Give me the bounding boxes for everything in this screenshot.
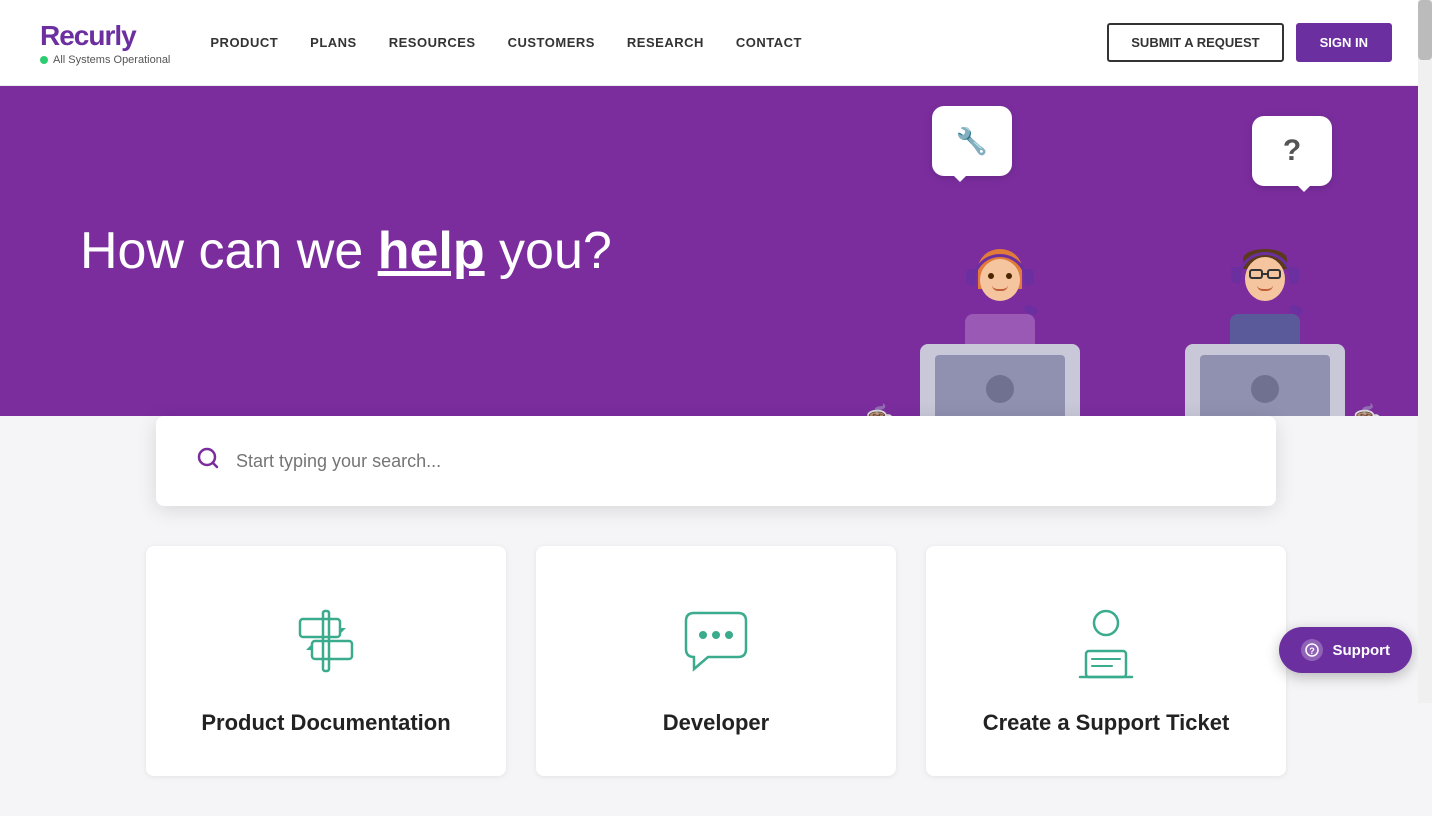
nav-links: PRODUCT PLANS RESOURCES CUSTOMERS RESEAR… [210,35,1107,50]
status-badge: All Systems Operational [40,54,170,66]
search-card [156,416,1276,506]
logo[interactable]: Recurly [40,20,170,52]
hero-heading-underline: help [378,222,485,280]
developer-card[interactable]: Developer [536,546,896,776]
hero-illustration: 🔧 ? [832,106,1352,446]
nav-actions: SUBMIT A REQUEST SIGN IN [1107,23,1392,62]
support-fab-label: Support [1333,642,1391,659]
support-ticket-card[interactable]: Create a Support Ticket [926,546,1286,776]
nav-link-customers[interactable]: CUSTOMERS [508,35,595,50]
logo-area: Recurly All Systems Operational [40,20,170,66]
scrollbar[interactable] [1418,0,1432,703]
support-fab-icon: ? [1301,639,1323,661]
hero-heading: How can we help you? [80,220,612,282]
support-fab[interactable]: ? Support [1279,627,1413,673]
support-ticket-title: Create a Support Ticket [983,710,1230,736]
search-icon [196,446,220,476]
developer-icon [671,596,761,686]
developer-title: Developer [663,710,769,736]
wrench-bubble: 🔧 [932,106,1012,176]
status-dot [40,56,48,64]
navbar: Recurly All Systems Operational PRODUCT … [0,0,1432,86]
question-bubble: ? [1252,116,1332,186]
nav-link-product[interactable]: PRODUCT [210,35,278,50]
product-docs-title: Product Documentation [201,710,450,736]
product-docs-icon [281,596,371,686]
hero-heading-end: you? [485,222,612,280]
support-ticket-icon [1061,596,1151,686]
svg-text:?: ? [1309,646,1315,656]
nav-link-resources[interactable]: RESOURCES [389,35,476,50]
submit-request-button[interactable]: SUBMIT A REQUEST [1107,23,1283,62]
product-docs-card[interactable]: Product Documentation [146,546,506,776]
question-icon: ? [1283,134,1301,168]
status-text: All Systems Operational [53,54,170,66]
search-section [0,416,1432,506]
hero-heading-start: How can we [80,222,378,280]
search-input[interactable] [236,451,1236,472]
nav-link-research[interactable]: RESEARCH [627,35,704,50]
wrench-icon: 🔧 [956,126,988,157]
nav-link-plans[interactable]: PLANS [310,35,357,50]
cards-section: Product Documentation Developer [0,506,1432,816]
sign-in-button[interactable]: SIGN IN [1296,23,1392,62]
scrollbar-thumb[interactable] [1418,0,1432,60]
nav-link-contact[interactable]: CONTACT [736,35,802,50]
